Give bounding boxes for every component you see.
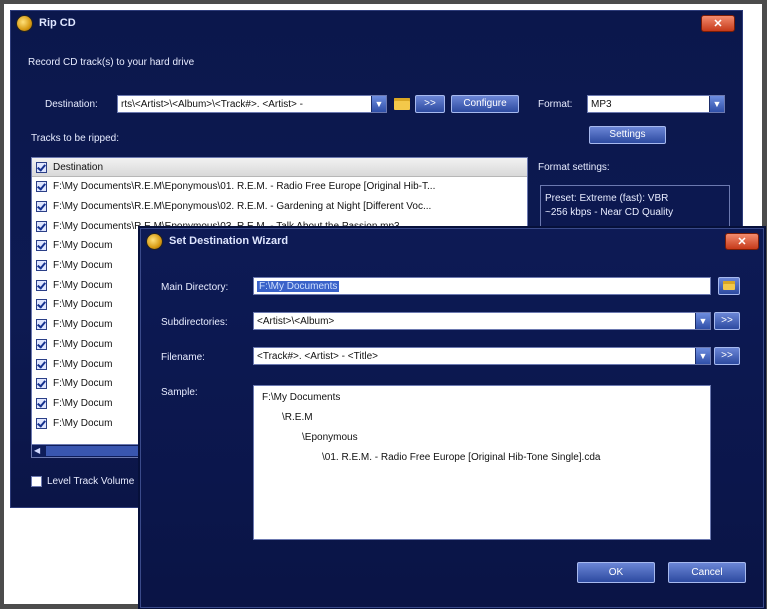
filename-dropdown-arrow-icon[interactable]: ▼ bbox=[695, 348, 710, 364]
main-directory-input[interactable]: F:\My Documents bbox=[253, 277, 711, 295]
destination-dropdown-arrow-icon[interactable]: ▼ bbox=[371, 96, 386, 112]
track-checkbox[interactable] bbox=[36, 220, 47, 232]
format-value: MP3 bbox=[591, 99, 612, 110]
browse-directory-button[interactable] bbox=[718, 277, 740, 295]
level-track-volume-checkbox[interactable] bbox=[31, 476, 42, 487]
tracks-label: Tracks to be ripped: bbox=[31, 133, 120, 144]
track-checkbox[interactable] bbox=[36, 319, 47, 331]
track-checkbox[interactable] bbox=[36, 338, 47, 350]
format-settings-box: Preset: Extreme (fast): VBR ~256 kbps - … bbox=[540, 185, 730, 231]
destination-dropdown[interactable]: rts\<Artist>\<Album>\<Track#>. <Artist> … bbox=[117, 95, 387, 113]
wizard-titlebar[interactable]: Set Destination Wizard ✕ bbox=[141, 229, 763, 255]
format-label: Format: bbox=[538, 99, 573, 110]
sample-preview: F:\My Documents \R.E.M \Eponymous \01. R… bbox=[253, 385, 711, 540]
cancel-button[interactable]: Cancel bbox=[668, 562, 746, 583]
settings-button[interactable]: Settings bbox=[589, 126, 666, 144]
subdirectories-value: <Artist>\<Album> bbox=[257, 316, 335, 327]
format-settings-label: Format settings: bbox=[538, 162, 610, 173]
scroll-left-arrow-icon[interactable]: ◀ bbox=[34, 445, 40, 457]
sample-line-artist: \R.E.M bbox=[282, 412, 313, 423]
rip-cd-titlebar[interactable]: Rip CD ✕ bbox=[11, 11, 742, 37]
filename-label: Filename: bbox=[161, 352, 205, 363]
subdirectories-dropdown-arrow-icon[interactable]: ▼ bbox=[695, 313, 710, 329]
track-path: F:\My Docum bbox=[53, 378, 113, 390]
filename-more-button[interactable]: >> bbox=[714, 347, 740, 365]
track-checkbox[interactable] bbox=[36, 378, 47, 390]
browse-directory-folder-icon bbox=[723, 281, 735, 290]
track-row[interactable]: F:\My Documents\R.E.M\Eponymous\01. R.E.… bbox=[32, 177, 527, 197]
track-path: F:\My Docum bbox=[53, 358, 113, 370]
track-row[interactable]: F:\My Documents\R.E.M\Eponymous\02. R.E.… bbox=[32, 197, 527, 217]
rip-instruction: Record CD track(s) to your hard drive bbox=[28, 57, 195, 68]
format-settings-line1: Preset: Extreme (fast): VBR bbox=[545, 193, 669, 204]
track-checkbox[interactable] bbox=[36, 181, 47, 193]
destination-value: rts\<Artist>\<Album>\<Track#>. <Artist> … bbox=[121, 99, 303, 110]
track-checkbox[interactable] bbox=[36, 201, 47, 213]
select-all-checkbox[interactable] bbox=[36, 161, 47, 173]
subdirectories-dropdown[interactable]: <Artist>\<Album> ▼ bbox=[253, 312, 711, 330]
track-path: F:\My Docum bbox=[53, 319, 113, 331]
sample-line-root: F:\My Documents bbox=[262, 392, 341, 403]
format-settings-line2: ~256 kbps - Near CD Quality bbox=[545, 207, 674, 218]
destination-more-button[interactable]: >> bbox=[415, 95, 445, 113]
wizard-close-button[interactable]: ✕ bbox=[725, 233, 759, 250]
destination-label: Destination: bbox=[45, 99, 98, 110]
track-checkbox[interactable] bbox=[36, 358, 47, 370]
format-dropdown-arrow-icon[interactable]: ▼ bbox=[709, 96, 724, 112]
sample-label: Sample: bbox=[161, 387, 198, 398]
sample-line-file: \01. R.E.M. - Radio Free Europe [Origina… bbox=[322, 452, 601, 463]
track-checkbox[interactable] bbox=[36, 417, 47, 429]
configure-button[interactable]: Configure bbox=[451, 95, 519, 113]
ok-button[interactable]: OK bbox=[577, 562, 655, 583]
track-checkbox[interactable] bbox=[36, 299, 47, 311]
browse-folder-icon[interactable] bbox=[394, 98, 410, 110]
track-checkbox[interactable] bbox=[36, 397, 47, 409]
app-disc-icon bbox=[17, 16, 32, 31]
screenshot-frame: Rip CD ✕ Record CD track(s) to your hard… bbox=[4, 4, 764, 608]
track-checkbox[interactable] bbox=[36, 279, 47, 291]
subdirectories-more-button[interactable]: >> bbox=[714, 312, 740, 330]
track-path: F:\My Docum bbox=[53, 338, 113, 350]
filename-value: <Track#>. <Artist> - <Title> bbox=[257, 351, 378, 362]
track-path: F:\My Documents\R.E.M\Eponymous\01. R.E.… bbox=[53, 181, 436, 193]
track-path: F:\My Docum bbox=[53, 397, 113, 409]
level-track-volume-label: Level Track Volume bbox=[47, 476, 135, 487]
track-path: F:\My Docum bbox=[53, 279, 113, 291]
subdirectories-label: Subdirectories: bbox=[161, 317, 228, 328]
wizard-app-icon bbox=[147, 234, 162, 249]
wizard-title: Set Destination Wizard bbox=[169, 235, 289, 247]
set-destination-wizard: Set Destination Wizard ✕ Main Directory:… bbox=[140, 228, 764, 608]
rip-cd-close-button[interactable]: ✕ bbox=[701, 15, 735, 32]
filename-dropdown[interactable]: <Track#>. <Artist> - <Title> ▼ bbox=[253, 347, 711, 365]
tracks-header-label: Destination bbox=[53, 161, 104, 173]
track-path: F:\My Docum bbox=[53, 240, 113, 252]
track-path: F:\My Documents\R.E.M\Eponymous\02. R.E.… bbox=[53, 201, 432, 213]
main-directory-label: Main Directory: bbox=[161, 282, 229, 293]
tracks-header[interactable]: Destination bbox=[32, 158, 527, 177]
main-directory-value: F:\My Documents bbox=[257, 281, 340, 292]
rip-cd-title: Rip CD bbox=[39, 17, 76, 29]
format-dropdown[interactable]: MP3 ▼ bbox=[587, 95, 725, 113]
track-checkbox[interactable] bbox=[36, 260, 47, 272]
sample-line-album: \Eponymous bbox=[302, 432, 358, 443]
track-checkbox[interactable] bbox=[36, 240, 47, 252]
track-path: F:\My Docum bbox=[53, 260, 113, 272]
track-path: F:\My Docum bbox=[53, 299, 113, 311]
track-path: F:\My Docum bbox=[53, 417, 113, 429]
